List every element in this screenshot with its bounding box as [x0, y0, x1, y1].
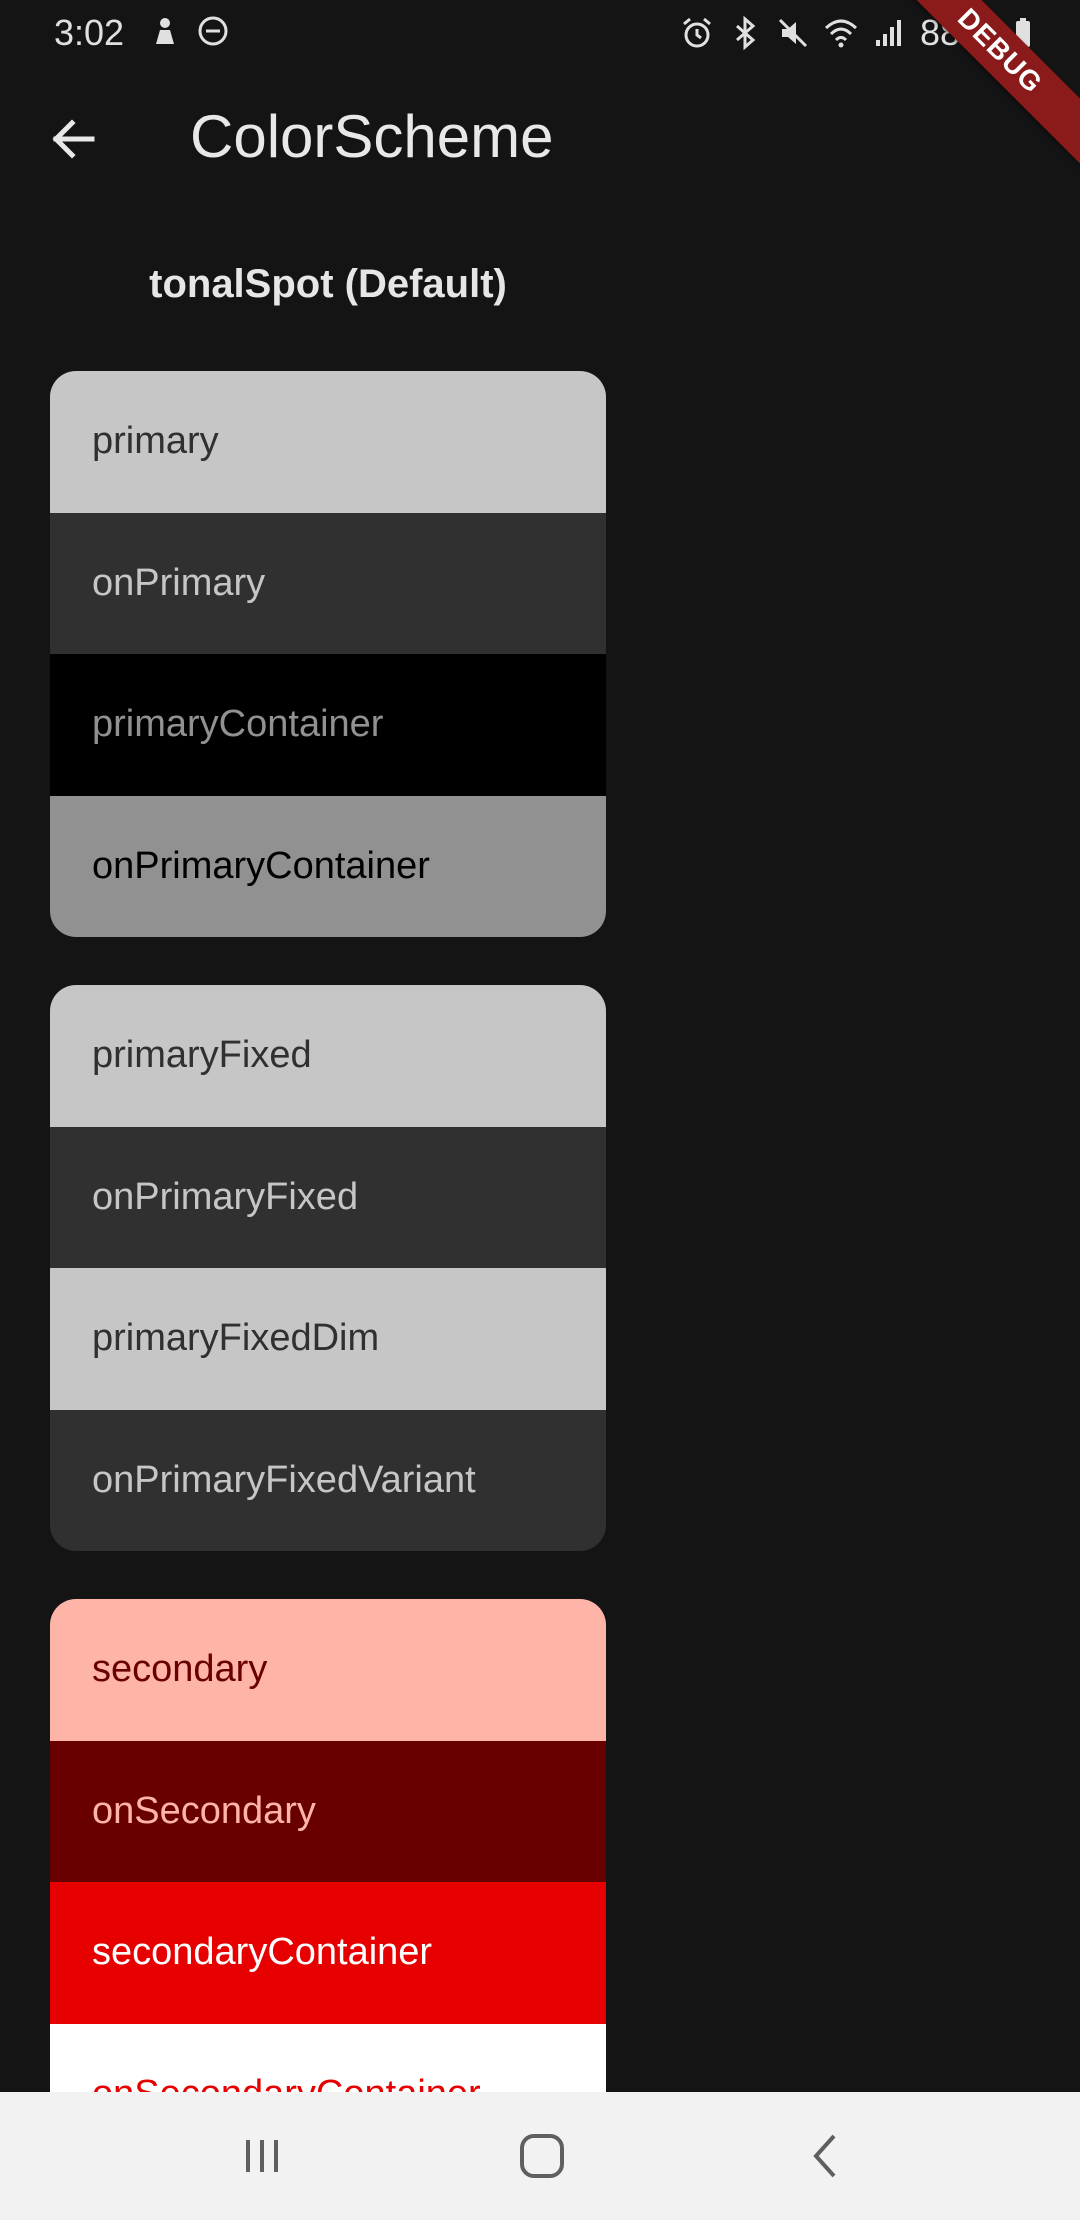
color-swatch: onPrimaryContainer [50, 795, 606, 937]
color-swatch: primary [50, 371, 606, 513]
color-swatch: primaryFixedDim [50, 1268, 606, 1410]
color-swatch-label: primaryContainer [92, 703, 384, 746]
status-bar: 3:02 [0, 0, 1080, 64]
nav-back-button[interactable] [796, 2126, 856, 2186]
section-title: tonalSpot (Default) [149, 262, 507, 306]
color-swatch-label: onPrimary [92, 561, 266, 604]
color-swatch: onSecondary [50, 1740, 606, 1882]
back-button[interactable] [38, 104, 108, 174]
color-swatch: secondary [50, 1599, 606, 1741]
color-card-primary: primary onPrimary primaryContainer onPrimar… [50, 371, 606, 937]
color-swatch-label: primaryFixed [92, 1034, 312, 1077]
recents-button[interactable] [232, 2126, 292, 2186]
alarm-icon [682, 17, 711, 48]
color-swatch-label: onSecondary [92, 1789, 316, 1832]
bluetooth-icon [735, 16, 756, 50]
status-left-icons [148, 14, 230, 48]
color-swatch-label: secondary [92, 1648, 268, 1691]
nav-back-icon [813, 2134, 836, 2178]
color-swatch-label: onPrimaryFixedVariant [92, 1458, 476, 1501]
color-swatch-label: secondaryContainer [92, 1931, 433, 1974]
wifi-icon [824, 19, 857, 48]
color-swatch: primaryContainer [50, 654, 606, 796]
home-button[interactable] [512, 2126, 572, 2186]
mute-icon [778, 18, 807, 48]
color-card-secondary: secondary onSecondary secondaryContainer on… [50, 1599, 606, 2092]
color-card-primary-fixed: primaryFixed onPrimaryFixed primaryFixedDi… [50, 985, 606, 1551]
color-swatch-label: onPrimaryFixed [92, 1175, 359, 1218]
color-swatch: onPrimary [50, 512, 606, 654]
arrow-back-icon [52, 119, 95, 159]
do-not-disturb-icon [198, 16, 228, 46]
system-nav-bar [0, 2092, 1080, 2220]
color-swatch-label: onSecondaryContainer [92, 2073, 481, 2092]
home-icon [520, 2134, 564, 2178]
notification-icon [156, 18, 174, 44]
color-swatch-label: primaryFixedDim [92, 1317, 380, 1360]
app-bar: ColorScheme [0, 64, 1080, 212]
page-title: ColorScheme [190, 103, 554, 170]
color-swatch: primaryFixed [50, 985, 606, 1127]
color-swatch-label: primary [92, 420, 219, 463]
recents-icon [246, 2140, 278, 2172]
color-swatch: onPrimaryFixedVariant [50, 1409, 606, 1551]
signal-icon [875, 20, 901, 46]
color-swatch: onSecondaryContainer [50, 2023, 606, 2092]
color-swatch: onPrimaryFixed [50, 1126, 606, 1268]
color-swatch-label: onPrimaryContainer [92, 844, 430, 887]
status-time: 3:02 [54, 12, 125, 53]
color-swatch: secondaryContainer [50, 1882, 606, 2024]
scroll-area[interactable]: 3:02 ColorScheme tonalSpot (Default) pri… [0, 0, 1080, 2092]
